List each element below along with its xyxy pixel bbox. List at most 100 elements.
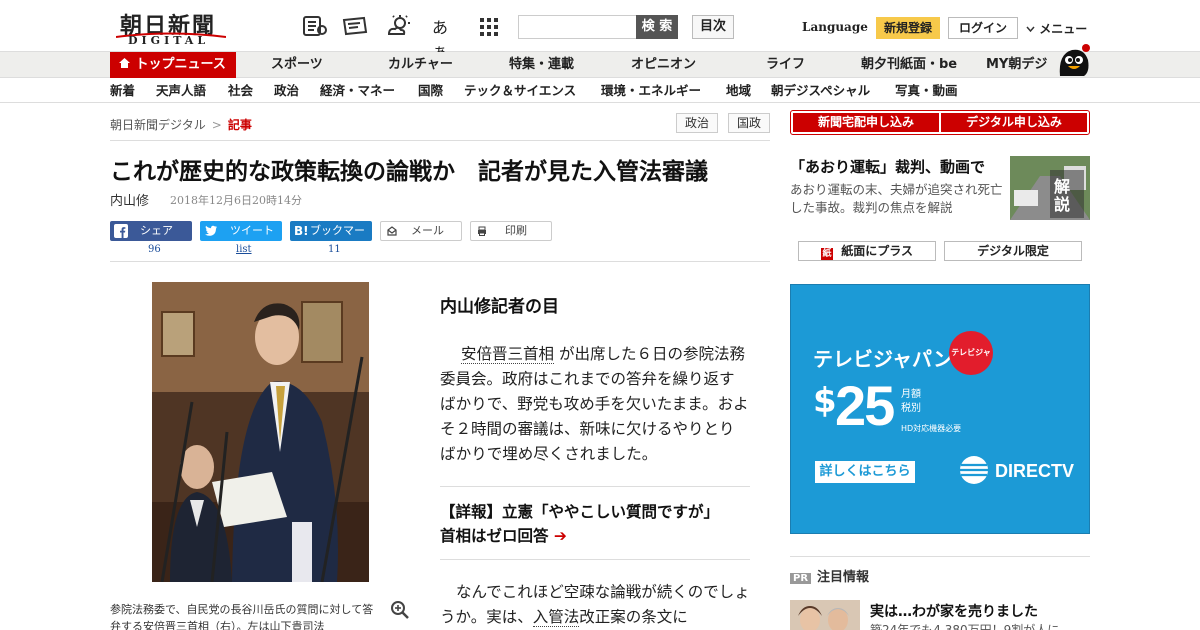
mascot-icon[interactable] [1054, 42, 1092, 78]
breadcrumb-current: 記事 [227, 118, 252, 132]
zoom-icon[interactable] [390, 600, 410, 620]
link-abe[interactable]: 安倍晋三首相 [461, 345, 555, 364]
logo-sub-text: DIGITAL [128, 34, 210, 47]
arrow-right-icon: ➔ [553, 527, 567, 545]
tag-national-politics[interactable]: 国政 [728, 113, 770, 133]
nav-sports[interactable]: スポーツ [271, 52, 323, 78]
road-thumbnail-image [1010, 156, 1090, 220]
weather-icon[interactable] [386, 14, 412, 38]
nav-culture[interactable]: カルチャー [388, 52, 453, 78]
grid-menu-icon[interactable] [476, 14, 502, 38]
facebook-share-button[interactable]: シェア [110, 221, 192, 241]
nav2-international[interactable]: 国際 [418, 79, 443, 103]
paragraph-2-rest: 改正案の条文に [579, 608, 688, 626]
att-globe-icon [960, 456, 988, 484]
register-button[interactable]: 新規登録 [876, 17, 940, 39]
tag-politics[interactable]: 政治 [676, 113, 718, 133]
photo-abe-at-committee [152, 282, 369, 582]
primary-nav: トップニュース スポーツ カルチャー 特集・連載 オピニオン ライフ 朝夕刊紙面… [0, 52, 1200, 78]
breadcrumb: 朝日新聞デジタル > 記事 [110, 116, 252, 133]
hatena-bookmark-label: ブックマーク [310, 224, 365, 257]
nav2-photo-video[interactable]: 写真・動画 [895, 79, 958, 103]
ad-price-note-1: 月額 [901, 389, 921, 400]
digital-limited-button[interactable]: デジタル限定 [944, 241, 1082, 261]
nav2-tech-science[interactable]: テック＆サイエンス [464, 79, 576, 103]
nav-print-edition[interactable]: 朝夕刊紙面・be [861, 52, 957, 78]
subscription-buttons: 新聞宅配申し込み デジタル申し込み [790, 110, 1090, 135]
login-button[interactable]: ログイン [948, 17, 1018, 39]
mail-button[interactable]: メール [380, 221, 462, 241]
twitter-icon [205, 225, 217, 236]
ad-brand: テレビジャパン [813, 347, 953, 371]
nav-life[interactable]: ライフ [766, 52, 805, 78]
search-button[interactable]: 検 索 [636, 15, 678, 39]
facebook-icon [114, 224, 128, 238]
chevron-down-icon [1026, 26, 1035, 33]
detail-link[interactable]: 【詳報】立憲「ややこしい質問ですが」 首相はゼロ回答 ➔ [440, 500, 740, 548]
nav-opinion[interactable]: オピニオン [631, 52, 696, 78]
hatena-bookmark-count: 11 [328, 244, 341, 255]
attention-item-title[interactable]: 実は…わが家を売りました [870, 601, 1038, 621]
newspaper-icon[interactable] [302, 14, 328, 38]
nav-top-news-label: トップニュース [135, 57, 226, 72]
menu-button[interactable]: メニュー [1026, 20, 1087, 37]
promo-text: あおり運転の末、夫婦が追突され死亡した事故。裁判の焦点を解説 [790, 182, 1003, 215]
facebook-share-label: シェア [140, 224, 173, 237]
print-button[interactable]: 印刷 [470, 221, 552, 241]
text-size-icon[interactable]: あぁ [432, 14, 458, 61]
hatena-icon: B! [294, 224, 309, 238]
nav-features[interactable]: 特集・連載 [509, 52, 574, 78]
ad-cta-button[interactable]: 詳しくはこちら [815, 461, 915, 483]
article-date: 2018年12月6日20時14分 [170, 194, 302, 207]
ad-price-note-2: 税別 [901, 403, 921, 414]
nav-my-asahi[interactable]: MY朝デジ [986, 52, 1047, 78]
ad-directv-logo: DIRECTV [995, 461, 1075, 481]
toc-button[interactable]: 目次 [692, 15, 734, 39]
secondary-nav: 新着 天声人語 社会 政治 経済・マネー 国際 テック＆サイエンス 環境・エネル… [0, 79, 1200, 103]
attention-title: 注目情報 [817, 570, 870, 585]
promo-title[interactable]: 「あおり運転」裁判、動画で [790, 156, 985, 177]
promo-badge: 解説 [1054, 177, 1071, 214]
mail-icon [387, 226, 397, 236]
nav2-tensei-jingo[interactable]: 天声人語 [156, 79, 206, 103]
attention-header: PR 注目情報 [790, 566, 869, 585]
twitter-share-count[interactable]: list [236, 244, 252, 255]
detail-divider-bottom [440, 559, 750, 560]
paper-plus-label: 紙面にプラス [841, 244, 913, 258]
promo-thumbnail[interactable]: 解説 [1010, 156, 1090, 220]
paper-plus-button[interactable]: 紙 紙面にプラス [798, 241, 936, 261]
nav2-environment[interactable]: 環境・エネルギー [601, 79, 701, 103]
search-input[interactable] [518, 15, 638, 39]
facebook-share-count: 96 [148, 244, 161, 255]
digital-subscribe-button[interactable]: デジタル申し込み [941, 113, 1087, 132]
detail-link-text: 【詳報】立憲「ややこしい質問ですが」 首相はゼロ回答 [440, 503, 727, 545]
directv-ad[interactable]: テレビジャパン テレビジャパン $ 25 月額 税別 HD対応機器必要 詳しくは… [790, 284, 1090, 534]
article-author[interactable]: 内山修 [110, 190, 149, 209]
site-header: 朝日新聞 DIGITAL あぁ 検 索 目次 Language 新規登録 ログイ… [0, 0, 1200, 61]
article-photo[interactable] [152, 282, 369, 582]
nav2-regional[interactable]: 地域 [726, 79, 751, 103]
link-immigration-law[interactable]: 入管法 [532, 608, 580, 627]
language-link[interactable]: Language [802, 20, 868, 34]
breadcrumb-home[interactable]: 朝日新聞デジタル [110, 118, 206, 132]
pr-badge: PR [790, 573, 812, 584]
couple-photo [790, 600, 860, 630]
newspaper-subscribe-button[interactable]: 新聞宅配申し込み [793, 113, 939, 132]
hatena-bookmark-button[interactable]: B! ブックマーク [290, 221, 372, 257]
scrapbook-icon[interactable] [342, 14, 368, 38]
twitter-share-button[interactable]: ツイート [200, 221, 282, 241]
nav-top-news[interactable]: トップニュース [110, 52, 236, 78]
attention-divider [790, 556, 1090, 557]
attention-thumbnail[interactable] [790, 600, 860, 630]
nav2-special[interactable]: 朝デジスペシャル [771, 79, 870, 103]
detail-divider-top [440, 486, 750, 487]
nav2-politics[interactable]: 政治 [274, 79, 299, 103]
nav2-economy[interactable]: 経済・マネー [320, 79, 395, 103]
asahi-logo[interactable]: 朝日新聞 DIGITAL [112, 6, 230, 48]
print-label: 印刷 [505, 224, 527, 237]
breadcrumb-divider [110, 140, 770, 141]
share-divider [110, 261, 770, 262]
menu-label: メニュー [1039, 22, 1088, 36]
nav2-latest[interactable]: 新着 [110, 79, 135, 103]
nav2-society[interactable]: 社会 [228, 79, 253, 103]
